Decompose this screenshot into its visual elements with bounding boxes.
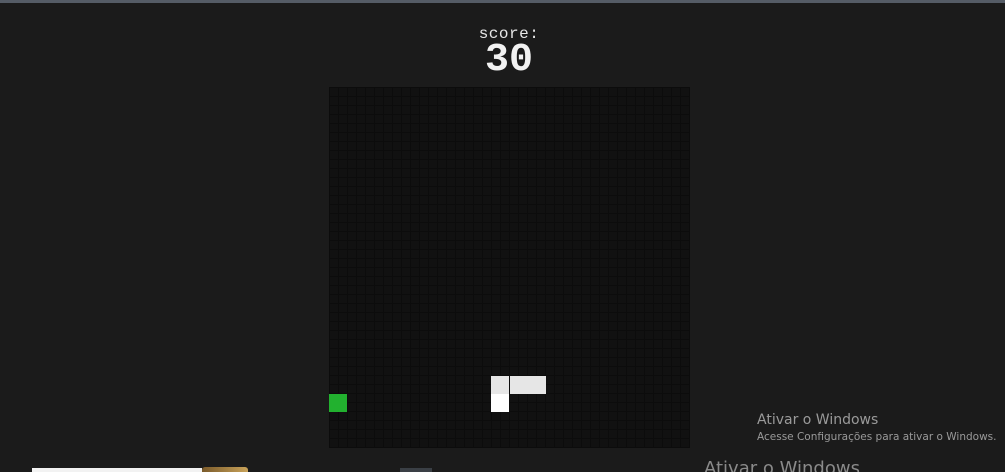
- watermark-title: Ativar o Windows: [757, 412, 879, 428]
- taskbar-item[interactable]: [32, 468, 202, 472]
- watermark-subtitle: Acesse Configurações para ativar o Windo…: [757, 431, 997, 443]
- taskbar-item[interactable]: [400, 468, 432, 472]
- watermark-ghost-title: Ativar o Windows: [704, 458, 860, 472]
- snake-segment: [491, 375, 510, 394]
- snake-head: [491, 393, 510, 412]
- game-board[interactable]: [329, 87, 690, 448]
- snake-segment: [509, 375, 528, 394]
- taskbar-thumbnail[interactable]: [202, 467, 248, 472]
- food-pellet: [329, 393, 348, 412]
- window-top-border: [0, 0, 1005, 3]
- snake-segment: [527, 375, 546, 394]
- windows-activation-watermark: Ativar o Windows Acesse Configurações pa…: [757, 411, 996, 444]
- score-value: 30: [484, 38, 533, 83]
